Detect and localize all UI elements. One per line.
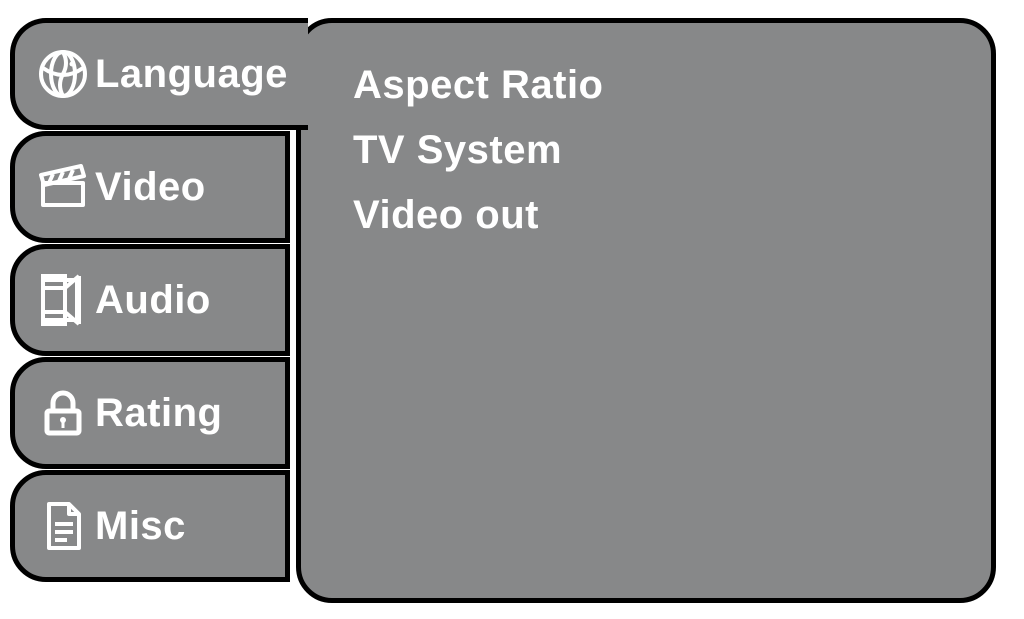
sidebar-tab-label: Misc	[95, 504, 186, 549]
padlock-icon	[37, 387, 89, 439]
speaker-icon	[37, 274, 89, 326]
settings-panel: Aspect Ratio TV System Video out	[296, 18, 996, 603]
sidebar-tab-rating[interactable]: Rating	[10, 357, 290, 469]
active-tab-panel-join	[291, 23, 305, 125]
settings-menu-frame: Aspect Ratio TV System Video out Languag…	[10, 18, 996, 603]
document-icon	[37, 500, 89, 552]
menu-item-aspect-ratio[interactable]: Aspect Ratio	[353, 63, 991, 108]
sidebar-tab-label: Language	[95, 52, 288, 97]
clapperboard-icon	[37, 161, 89, 213]
sidebar-tab-video[interactable]: Video	[10, 131, 290, 243]
menu-item-video-out[interactable]: Video out	[353, 193, 991, 238]
sidebar-tab-label: Video	[95, 165, 206, 210]
settings-sidebar: Language Video	[10, 18, 290, 583]
sidebar-tab-language[interactable]: Language	[10, 18, 308, 130]
globe-icon	[37, 48, 89, 100]
sidebar-tab-audio[interactable]: Audio	[10, 244, 290, 356]
sidebar-tab-label: Audio	[95, 278, 211, 323]
sidebar-tab-label: Rating	[95, 391, 222, 436]
sidebar-tab-misc[interactable]: Misc	[10, 470, 290, 582]
menu-item-tv-system[interactable]: TV System	[353, 128, 991, 173]
